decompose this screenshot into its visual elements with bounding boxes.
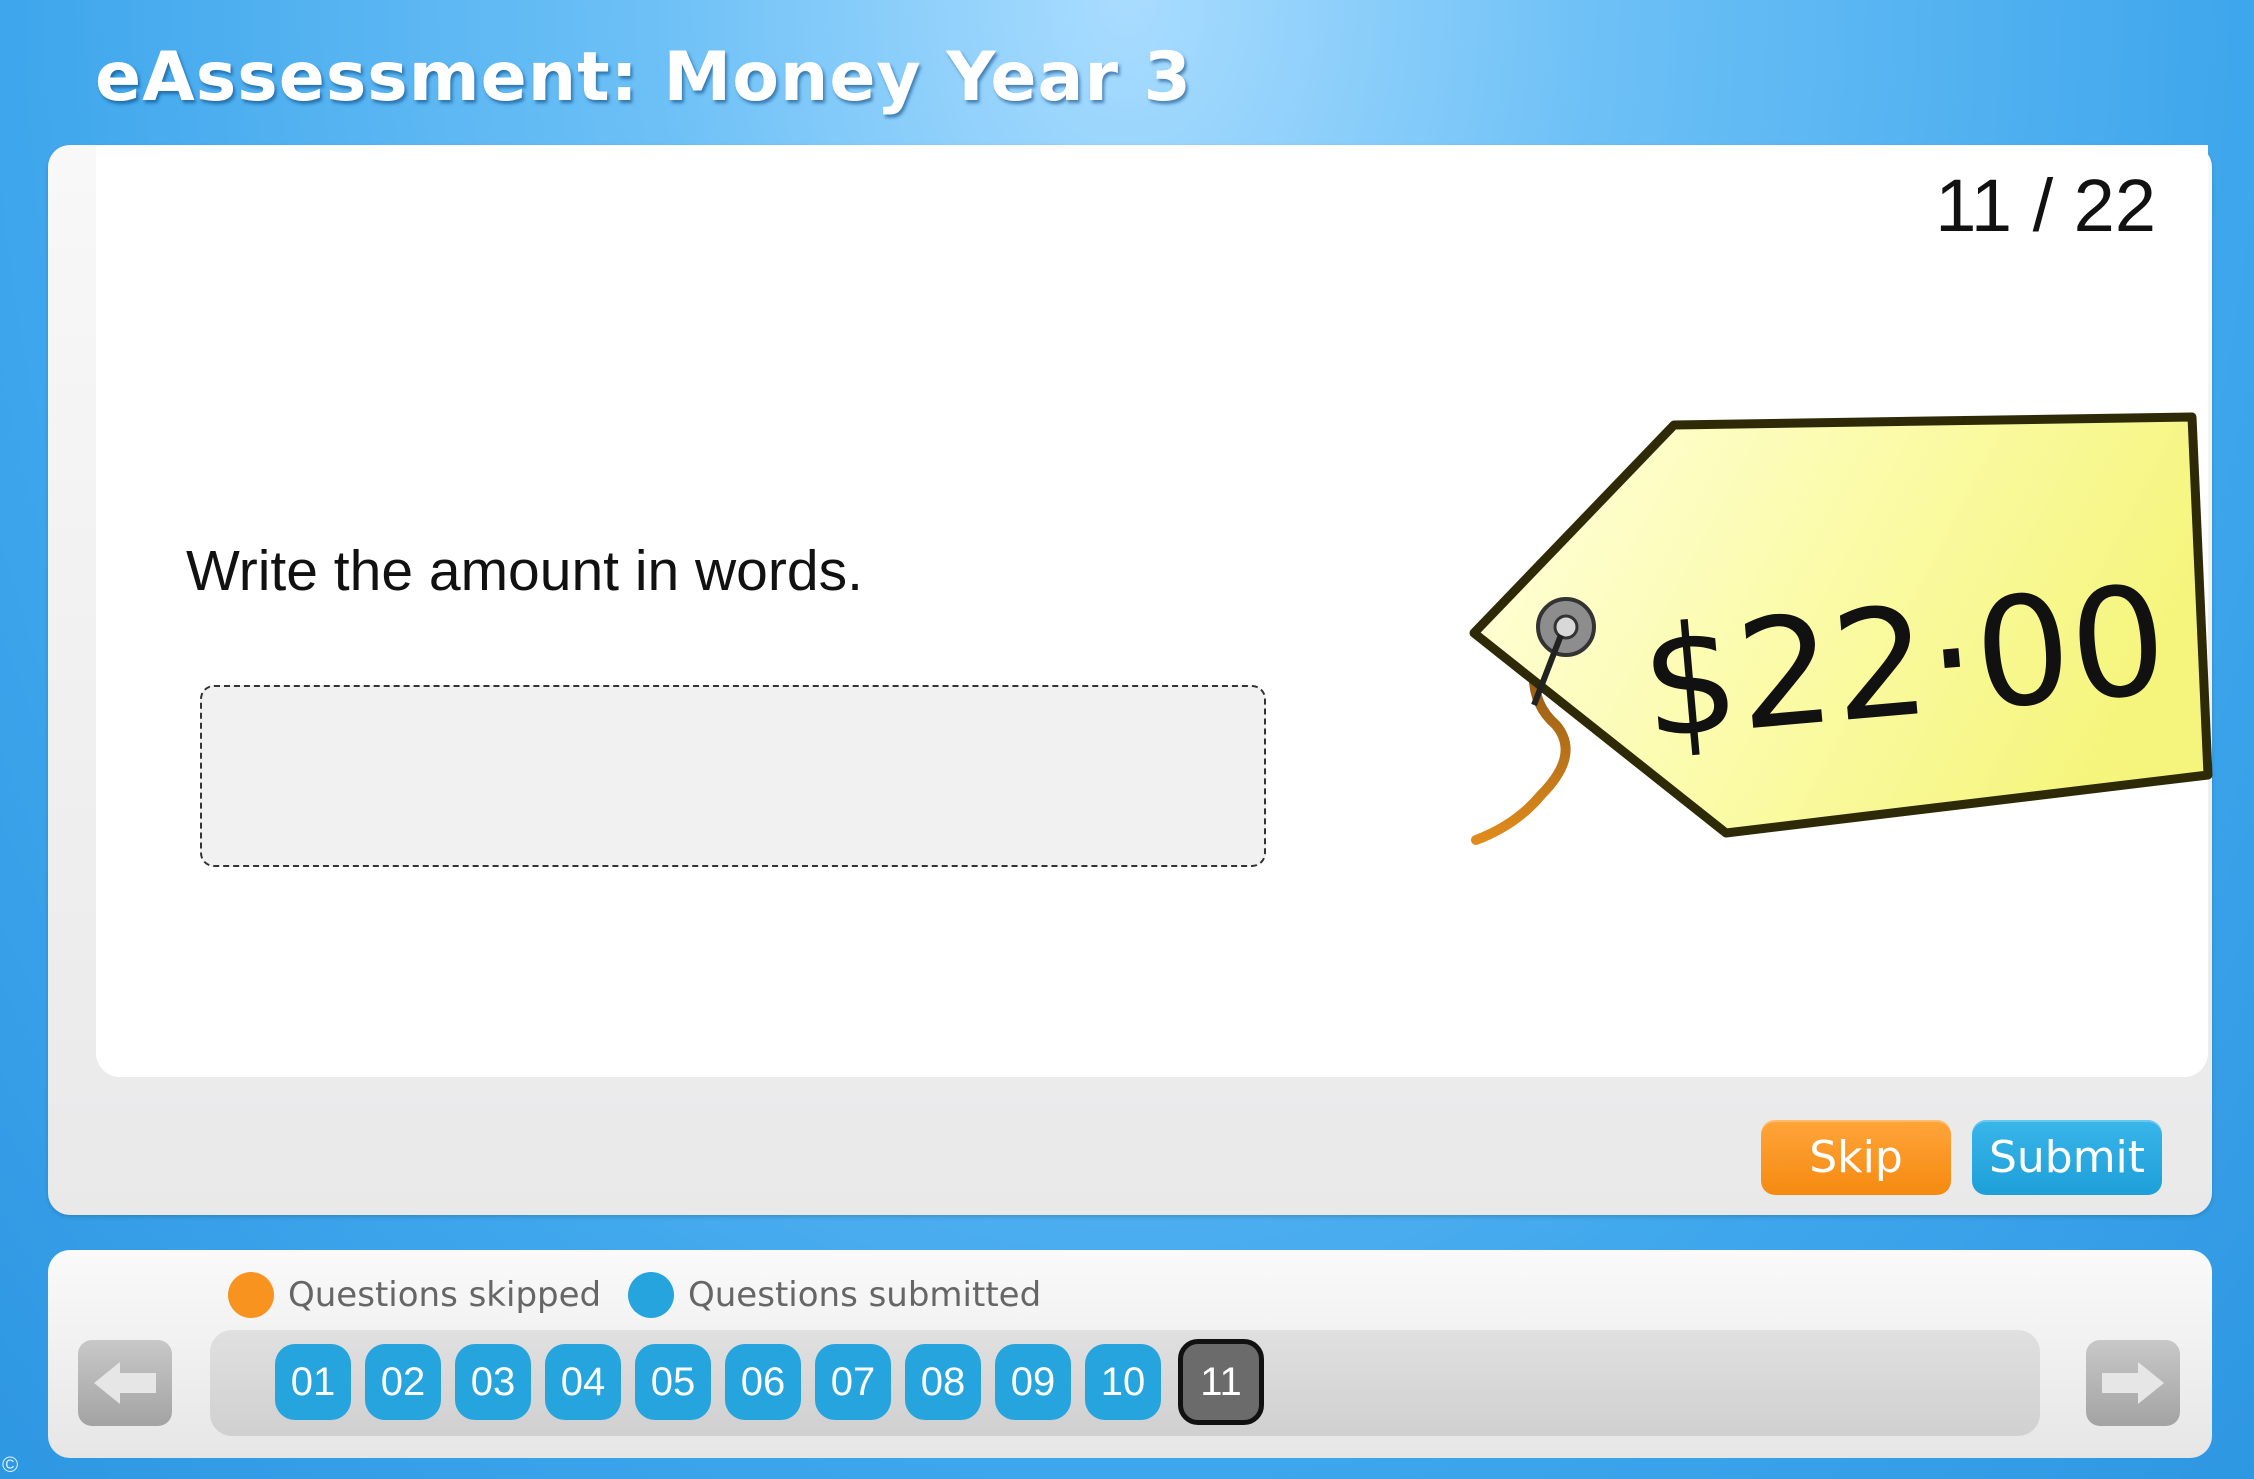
skipped-dot-icon (228, 1272, 274, 1318)
arrow-right-icon (2102, 1362, 2164, 1404)
question-prompt: Write the amount in words. (186, 539, 863, 603)
arrow-left-icon (94, 1362, 156, 1404)
question-09-button[interactable]: 09 (995, 1344, 1071, 1420)
legend-submitted-label: Questions submitted (688, 1275, 1042, 1315)
question-02-button[interactable]: 02 (365, 1344, 441, 1420)
price-tag-image: $22·00 (1469, 412, 2213, 845)
app-title: eAssessment: Money Year 3 (95, 38, 1192, 117)
legend-skipped-label: Questions skipped (288, 1275, 602, 1315)
question-04-button[interactable]: 04 (545, 1344, 621, 1420)
question-10-button[interactable]: 10 (1085, 1344, 1161, 1420)
question-07-button[interactable]: 07 (815, 1344, 891, 1420)
question-card: 11 / 22 Write the amount in words. $22·0… (96, 145, 2213, 1077)
question-08-button[interactable]: 08 (905, 1344, 981, 1420)
question-number-track: 01 02 03 04 05 06 07 08 09 10 11 (210, 1330, 2040, 1436)
copyright-symbol: © (2, 1452, 19, 1477)
question-11-button[interactable]: 11 (1178, 1339, 1264, 1425)
legend-skipped: Questions skipped (228, 1272, 601, 1318)
question-panel: 11 / 22 Write the amount in words. $22·0… (48, 145, 2213, 1215)
question-01-button[interactable]: 01 (275, 1344, 351, 1420)
submitted-dot-icon (628, 1272, 674, 1318)
question-navigation-panel: Questions skipped Questions submitted 01… (48, 1250, 2212, 1458)
previous-button[interactable] (78, 1340, 172, 1426)
question-03-button[interactable]: 03 (455, 1344, 531, 1420)
legend-submitted: Questions submitted (628, 1272, 1041, 1318)
question-06-button[interactable]: 06 (725, 1344, 801, 1420)
question-counter: 11 / 22 (1935, 164, 2156, 247)
next-button[interactable] (2086, 1340, 2180, 1426)
answer-input[interactable] (200, 685, 1266, 867)
submit-button[interactable]: Submit (1972, 1120, 2162, 1195)
skip-button[interactable]: Skip (1761, 1120, 1951, 1195)
question-05-button[interactable]: 05 (635, 1344, 711, 1420)
